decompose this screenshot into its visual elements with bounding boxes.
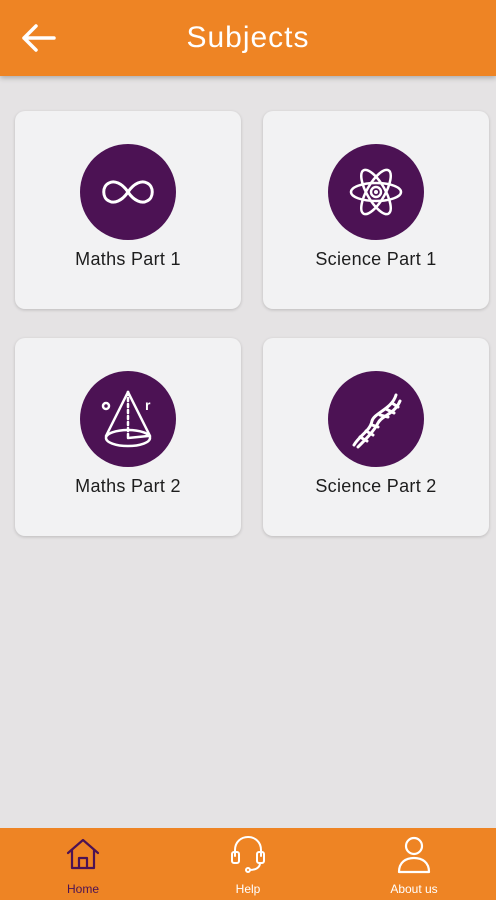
bottom-nav: Home Help About us (0, 828, 496, 900)
nav-item-home[interactable]: Home (23, 828, 143, 900)
nav-label: Home (66, 882, 99, 896)
subject-label: Maths Part 2 (75, 476, 181, 496)
subject-card-maths-part-2[interactable]: r Maths Part 2 (15, 338, 241, 536)
subject-icon-circle (328, 371, 424, 467)
subject-label: Science Part 1 (315, 249, 437, 269)
subject-icon-circle: r (80, 371, 176, 467)
nav-item-help[interactable]: Help (188, 828, 308, 900)
nav-label: Help (235, 882, 261, 896)
page-title: Subjects (186, 21, 310, 54)
subject-card-science-part-2[interactable]: Science Part 2 (263, 338, 489, 536)
subject-card-science-part-1[interactable]: Science Part 1 (263, 111, 489, 309)
subject-card-maths-part-1[interactable]: Maths Part 1 (15, 111, 241, 309)
user-icon (397, 836, 431, 874)
svg-text:r: r (145, 397, 151, 413)
atom-icon (349, 168, 403, 216)
app-bar: Subjects (0, 0, 496, 76)
cone-geometry-icon: r (101, 390, 152, 448)
dna-icon (352, 393, 402, 449)
nav-label: About us (390, 882, 438, 896)
subject-icon-circle (328, 144, 424, 240)
nav-item-about[interactable]: About us (354, 828, 474, 900)
headset-icon (231, 835, 265, 873)
subject-icon-circle (80, 144, 176, 240)
home-icon (66, 838, 100, 870)
subject-label: Maths Part 1 (75, 249, 181, 269)
infinity-icon (102, 180, 154, 204)
subject-label: Science Part 2 (315, 476, 437, 496)
